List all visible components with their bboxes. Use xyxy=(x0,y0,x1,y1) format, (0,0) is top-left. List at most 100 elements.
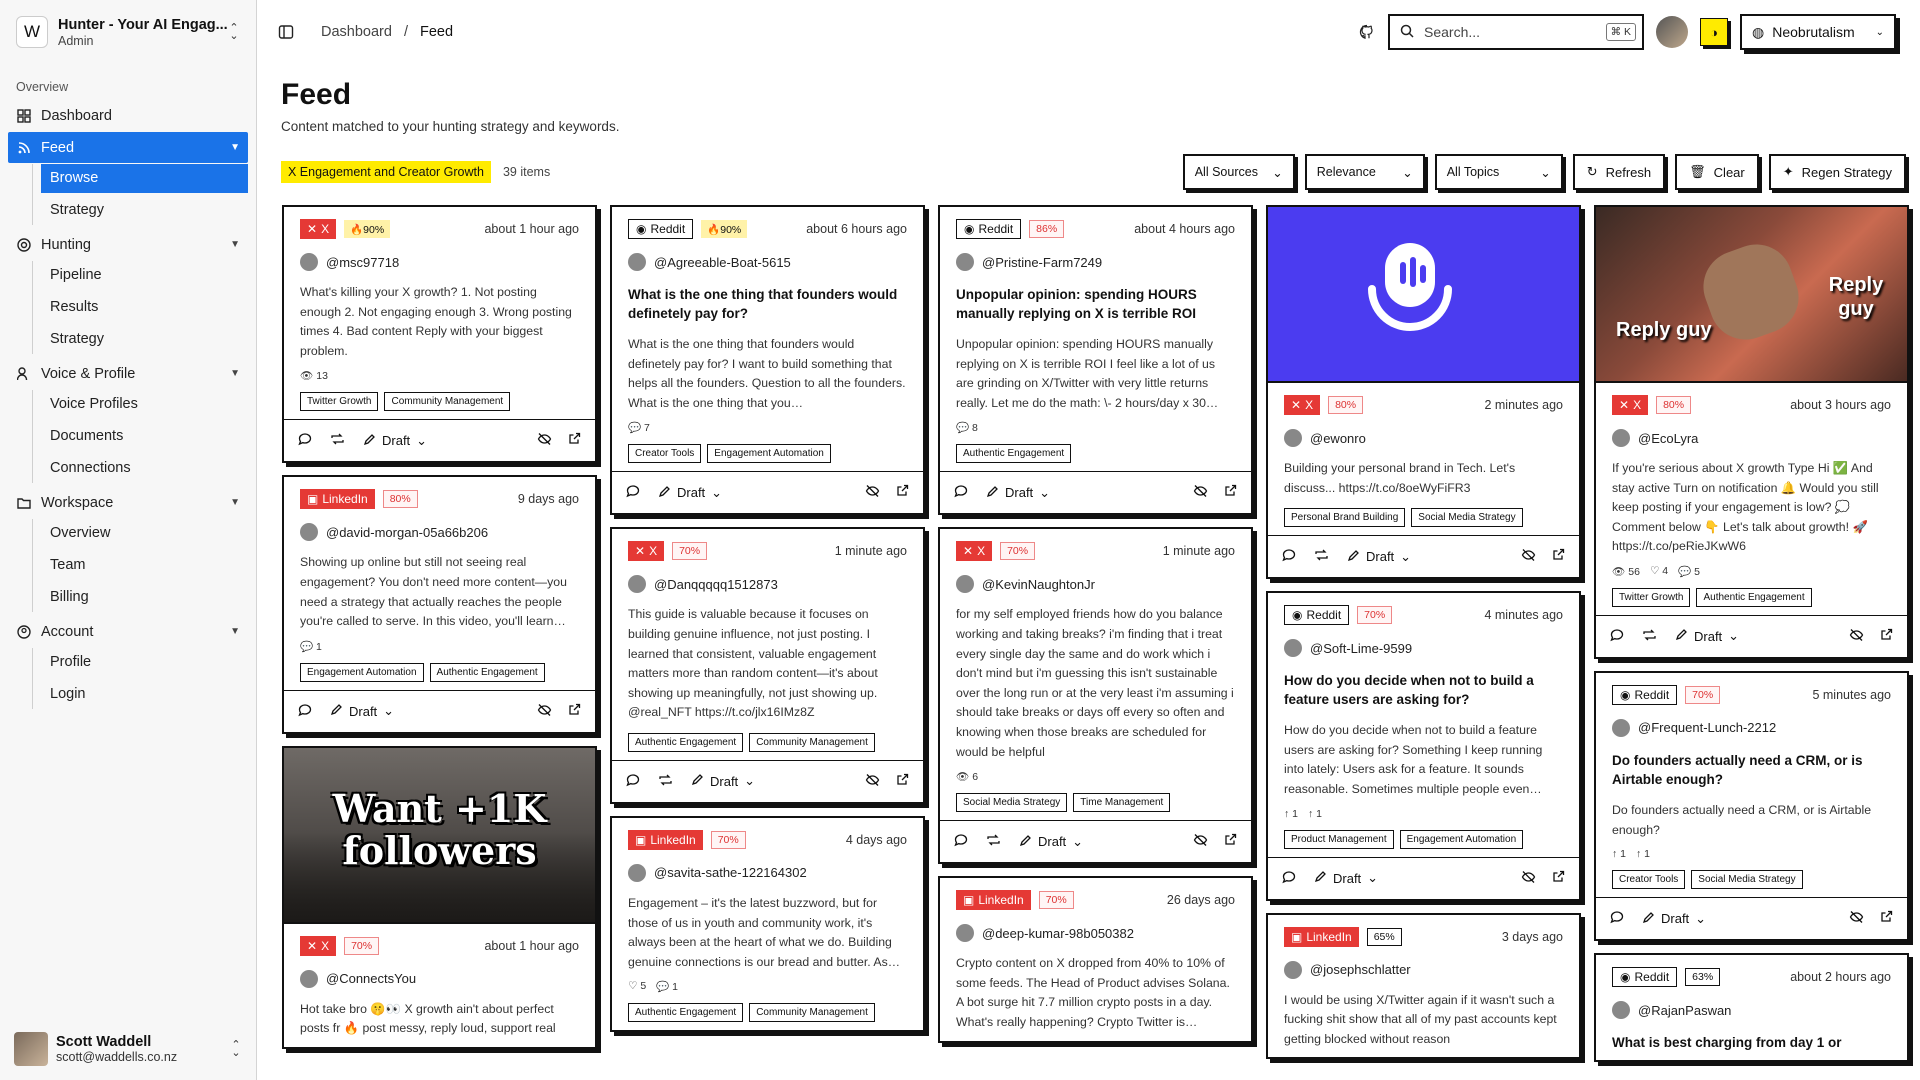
topic-tag[interactable]: Engagement Automation xyxy=(300,662,424,682)
topic-tag[interactable]: Community Management xyxy=(384,392,511,412)
draft-button[interactable]: Draft ⌄ xyxy=(1675,628,1739,644)
search-input[interactable]: Search... ⌘ K xyxy=(1388,14,1644,50)
retweet-icon[interactable] xyxy=(658,773,673,790)
topic-tag[interactable]: Product Management xyxy=(1284,829,1394,849)
sidebar-item-feed[interactable]: Feed ▼ xyxy=(8,132,248,163)
feed-card[interactable]: ◉ Reddit 🔥90% about 6 hours ago @Agreeable-B… xyxy=(610,205,925,516)
topic-tag[interactable]: Community Management xyxy=(749,1003,875,1023)
draft-button[interactable]: Draft ⌄ xyxy=(1019,834,1083,850)
external-link-icon[interactable] xyxy=(568,432,581,449)
hide-icon[interactable] xyxy=(1849,628,1864,645)
reply-icon[interactable] xyxy=(626,484,640,501)
avatar[interactable] xyxy=(1656,16,1688,48)
hide-icon[interactable] xyxy=(1193,833,1208,850)
breadcrumb-dashboard[interactable]: Dashboard xyxy=(321,24,392,40)
topic-tag[interactable]: Engagement Automation xyxy=(1399,829,1524,849)
post-author[interactable]: @savita-sathe-122164302 xyxy=(628,863,907,882)
sidebar-item-overview[interactable]: Overview xyxy=(41,519,248,548)
reply-icon[interactable] xyxy=(954,833,968,850)
external-link-icon[interactable] xyxy=(1880,910,1893,927)
style-select[interactable]: ◍ Neobrutalism ⌄ xyxy=(1740,14,1896,50)
hide-icon[interactable] xyxy=(865,484,880,501)
sidebar-toggle-icon[interactable] xyxy=(277,23,295,41)
post-author[interactable]: @msc97718 xyxy=(300,253,579,271)
hide-icon[interactable] xyxy=(865,773,880,790)
topic-filter-select[interactable]: All Topics ⌄ xyxy=(1434,154,1563,190)
feed-card[interactable]: ✕ X 70% 1 minute ago @KevinNaughtonJr for my … xyxy=(938,527,1253,865)
feed-card[interactable]: ▣ LinkedIn 65% 3 days ago @josephschlatter I … xyxy=(1266,912,1581,1060)
topic-tag[interactable]: Community Management xyxy=(749,732,875,752)
feed-card[interactable]: ◉ Reddit 86% about 4 hours ago @Pristine-Far… xyxy=(938,205,1253,516)
post-author[interactable]: @RajanPaswan xyxy=(1612,1001,1891,1020)
retweet-icon[interactable] xyxy=(1314,548,1329,565)
feed-card[interactable]: ◉ Reddit 70% 5 minutes ago @Frequent-Lunch-2… xyxy=(1594,670,1909,942)
source-filter-select[interactable]: All Sources ⌄ xyxy=(1182,154,1295,190)
post-author[interactable]: @deep-kumar-98b050382 xyxy=(956,924,1235,943)
feed-card[interactable]: ◉ Reddit 70% 4 minutes ago @Soft-Lime-9599 Ho… xyxy=(1266,591,1581,901)
sidebar-item-team[interactable]: Team xyxy=(41,551,248,580)
post-author[interactable]: @Danqqqqq1512873 xyxy=(628,575,907,594)
topic-tag[interactable]: Authentic Engagement xyxy=(429,662,545,682)
topic-tag[interactable]: Authentic Engagement xyxy=(1696,587,1812,607)
sidebar-item-feed-strategy[interactable]: Strategy xyxy=(41,196,248,225)
sidebar-item-billing[interactable]: Billing xyxy=(41,583,248,612)
feed-card[interactable]: ◉ Reddit 63% about 2 hours ago @RajanPaswan W… xyxy=(1594,953,1909,1063)
feed-card[interactable]: ▣ LinkedIn 70% 26 days ago @deep-kumar-98b05… xyxy=(938,876,1253,1043)
feed-card[interactable]: Reply guy Reply guy ✕ X 80% about 3 hours ago… xyxy=(1594,205,1909,659)
retweet-icon[interactable] xyxy=(330,432,345,449)
feed-card[interactable]: ▣ LinkedIn 70% 4 days ago @savita-sathe-1221… xyxy=(610,815,925,1033)
sidebar-item-hunting[interactable]: Hunting ▼ xyxy=(8,229,248,260)
strategy-tag[interactable]: X Engagement and Creator Growth xyxy=(281,161,491,183)
sidebar-item-workspace[interactable]: Workspace ▼ xyxy=(8,487,248,518)
feed-card[interactable]: Want +1K followers ✕ X 70% about 1 hour ago @… xyxy=(282,745,597,1049)
draft-button[interactable]: Draft ⌄ xyxy=(1314,870,1378,886)
topic-tag[interactable]: Engagement Automation xyxy=(707,444,831,464)
draft-button[interactable]: Draft ⌄ xyxy=(986,485,1050,501)
draft-button[interactable]: Draft ⌄ xyxy=(658,485,722,501)
draft-button[interactable]: Draft ⌄ xyxy=(691,773,755,789)
hide-icon[interactable] xyxy=(1849,910,1864,927)
reply-icon[interactable] xyxy=(298,432,312,449)
post-author[interactable]: @ConnectsYou xyxy=(300,969,579,988)
sidebar-item-login[interactable]: Login xyxy=(41,680,248,709)
reply-icon[interactable] xyxy=(1282,870,1296,887)
sidebar-item-dashboard[interactable]: Dashboard xyxy=(8,100,248,131)
sidebar-item-documents[interactable]: Documents xyxy=(41,422,248,451)
external-link-icon[interactable] xyxy=(1224,833,1237,850)
topic-tag[interactable]: Creator Tools xyxy=(1612,870,1686,890)
sidebar-item-hunting-strategy[interactable]: Strategy xyxy=(41,325,248,354)
topic-tag[interactable]: Creator Tools xyxy=(628,444,702,464)
topic-tag[interactable]: Social Media Strategy xyxy=(956,793,1068,813)
reply-icon[interactable] xyxy=(1282,548,1296,565)
sidebar-item-voice-profiles[interactable]: Voice Profiles xyxy=(41,390,248,419)
reply-icon[interactable] xyxy=(626,773,640,790)
post-author[interactable]: @david-morgan-05a66b206 xyxy=(300,523,579,542)
user-menu[interactable]: Scott Waddell scott@waddells.co.nz ⌃ ⌄ xyxy=(14,1032,242,1066)
topic-tag[interactable]: Authentic Engagement xyxy=(956,444,1072,464)
feed-card[interactable]: ▣ LinkedIn 80% 9 days ago @david-morgan-05a6… xyxy=(282,475,597,734)
draft-button[interactable]: Draft ⌄ xyxy=(363,433,427,449)
post-author[interactable]: @Soft-Lime-9599 xyxy=(1284,639,1563,658)
feed-card[interactable]: ✕ X 🔥90% about 1 hour ago @msc97718 What's ki… xyxy=(282,205,597,464)
draft-button[interactable]: Draft ⌄ xyxy=(330,703,394,719)
topic-tag[interactable]: Personal Brand Building xyxy=(1284,508,1406,528)
topic-tag[interactable]: Twitter Growth xyxy=(300,392,379,412)
sidebar-item-pipeline[interactable]: Pipeline xyxy=(41,261,248,290)
topic-tag[interactable]: Social Media Strategy xyxy=(1411,508,1523,528)
sidebar-item-profile[interactable]: Profile xyxy=(41,648,248,677)
sidebar-item-connections[interactable]: Connections xyxy=(41,454,248,483)
feed-card[interactable]: ✕ X 80% 2 minutes ago @ewonro Building your p… xyxy=(1266,205,1581,580)
retweet-icon[interactable] xyxy=(986,833,1001,850)
sidebar-item-results[interactable]: Results xyxy=(41,293,248,322)
draft-button[interactable]: Draft ⌄ xyxy=(1642,911,1706,927)
external-link-icon[interactable] xyxy=(1224,484,1237,501)
post-author[interactable]: @KevinNaughtonJr xyxy=(956,575,1235,594)
external-link-icon[interactable] xyxy=(568,703,581,720)
workspace-switcher[interactable]: W Hunter - Your AI Engag... Admin ⌃ ⌄ xyxy=(0,0,256,64)
hide-icon[interactable] xyxy=(537,432,552,449)
post-author[interactable]: @Agreeable-Boat-5615 xyxy=(628,253,907,271)
post-author[interactable]: @josephschlatter xyxy=(1284,960,1563,979)
external-link-icon[interactable] xyxy=(1552,870,1565,887)
external-link-icon[interactable] xyxy=(896,773,909,790)
hide-icon[interactable] xyxy=(537,703,552,720)
